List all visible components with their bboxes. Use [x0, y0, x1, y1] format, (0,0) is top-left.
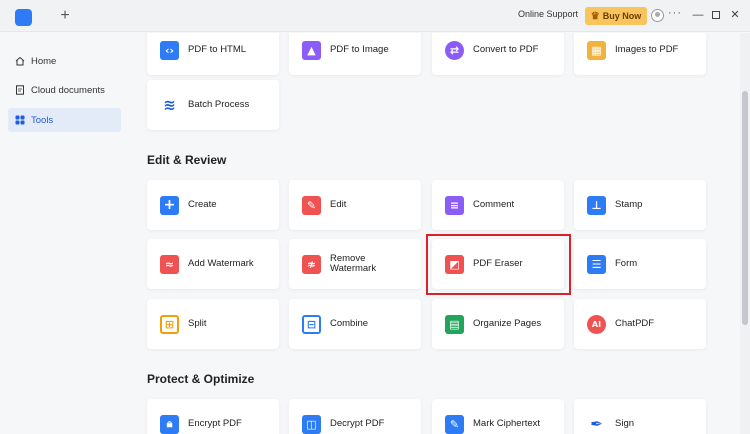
eraser-icon: ◩: [445, 254, 464, 274]
tool-card-add-watermark[interactable]: ≈ Add Watermark: [147, 239, 279, 289]
unlock-icon: ◫: [302, 414, 321, 434]
sidebar: Home Cloud documents Tools: [0, 33, 127, 434]
tool-label: Edit: [330, 199, 347, 210]
title-bar: + Online Support ♛ Buy Now ··· — ✕: [0, 0, 750, 32]
maximize-button[interactable]: [709, 8, 723, 22]
tool-label: Encrypt PDF: [188, 418, 242, 429]
comment-icon: ≡: [445, 195, 464, 215]
tool-label: Form: [615, 258, 638, 269]
maximize-icon: [712, 11, 720, 19]
tool-card-sign[interactable]: ✒ Sign: [574, 399, 706, 434]
sidebar-item-home[interactable]: Home: [8, 49, 121, 73]
pen-icon: ✒: [587, 414, 606, 434]
tool-label: Sign: [615, 418, 635, 429]
tool-card-organize-pages[interactable]: ▤ Organize Pages: [432, 299, 564, 349]
tool-label: Add Watermark: [188, 258, 254, 269]
tool-label-line2: Watermark: [330, 263, 377, 274]
tool-label: Organize Pages: [473, 318, 542, 329]
tool-label: Stamp: [615, 199, 643, 210]
tool-card-images-to-pdf[interactable]: ▦ Images to PDF: [574, 33, 706, 75]
tool-label: Comment: [473, 199, 515, 210]
layers-icon: ≋: [160, 95, 179, 115]
tool-card-pdf-to-html[interactable]: ‹› PDF to HTML: [147, 33, 279, 75]
scrollbar-thumb[interactable]: [742, 91, 748, 325]
close-button[interactable]: ✕: [728, 8, 742, 22]
sidebar-item-label: Tools: [31, 114, 54, 126]
combine-icon: ⊟: [302, 314, 321, 334]
tool-card-comment[interactable]: ≡ Comment: [432, 180, 564, 230]
tools-icon: [15, 115, 25, 125]
tool-label: Images to PDF: [615, 44, 679, 55]
cipher-icon: ✎: [445, 414, 464, 434]
sidebar-item-label: Cloud documents: [31, 84, 105, 96]
app-logo-icon: [15, 9, 32, 26]
tool-card-combine[interactable]: ⊟ Combine: [289, 299, 421, 349]
tool-label: Remove Watermark: [330, 254, 376, 274]
tool-label: PDF to HTML: [188, 44, 247, 55]
lock-icon: 🔒︎: [160, 414, 179, 434]
tool-label: Decrypt PDF: [330, 418, 385, 429]
tool-card-edit[interactable]: ✎ Edit: [289, 180, 421, 230]
buy-now-button[interactable]: ♛ Buy Now: [585, 7, 647, 25]
form-icon: ☰: [587, 254, 606, 274]
organize-icon: ▤: [445, 314, 464, 334]
tool-label: Split: [188, 318, 207, 329]
sidebar-item-label: Home: [31, 55, 57, 67]
tool-card-split[interactable]: ⊞ Split: [147, 299, 279, 349]
image-icon: ▲: [302, 40, 321, 60]
code-icon: ‹›: [160, 40, 179, 60]
tool-card-pdf-to-image[interactable]: ▲ PDF to Image: [289, 33, 421, 75]
convert-icon: ⇄: [445, 40, 464, 60]
tool-card-form[interactable]: ☰ Form: [574, 239, 706, 289]
tool-card-mark-ciphertext[interactable]: ✎ Mark Ciphertext: [432, 399, 564, 434]
plus-icon: +: [160, 195, 179, 215]
tool-card-create[interactable]: + Create: [147, 180, 279, 230]
tool-label: Create: [188, 199, 217, 210]
tool-label: PDF to Image: [330, 44, 389, 55]
tool-label: Combine: [330, 318, 369, 329]
avatar[interactable]: [651, 9, 664, 22]
buy-now-label: Buy Now: [602, 11, 642, 21]
edit-icon: ✎: [302, 195, 321, 215]
remove-watermark-icon: ≉: [302, 254, 321, 274]
tool-label: PDF Eraser: [473, 258, 523, 269]
tool-card-convert-to-pdf[interactable]: ⇄ Convert to PDF: [432, 33, 564, 75]
cloud-documents-icon: [16, 85, 24, 95]
sidebar-item-cloud-documents[interactable]: Cloud documents: [8, 78, 121, 102]
tool-card-decrypt-pdf[interactable]: ◫ Decrypt PDF: [289, 399, 421, 434]
tool-label: Mark Ciphertext: [473, 418, 541, 429]
scrollbar[interactable]: [740, 33, 750, 434]
split-icon: ⊞: [160, 314, 179, 334]
tools-panel: ‹› PDF to HTML ▲ PDF to Image ⇄ Convert …: [127, 33, 740, 434]
tool-label: Convert to PDF: [473, 44, 539, 55]
watermark-icon: ≈: [160, 254, 179, 274]
new-tab-button[interactable]: +: [57, 6, 73, 26]
more-icon[interactable]: ···: [668, 7, 682, 19]
minimize-button[interactable]: —: [691, 8, 705, 22]
tool-card-remove-watermark[interactable]: ≉ Remove Watermark: [289, 239, 421, 289]
tool-card-batch-process[interactable]: ≋ Batch Process: [147, 80, 279, 130]
tool-card-chatpdf[interactable]: AI ChatPDF: [574, 299, 706, 349]
section-title-edit-review: Edit & Review: [147, 153, 227, 167]
images-icon: ▦: [587, 40, 606, 60]
crown-icon: ♛: [590, 10, 600, 22]
tool-card-stamp[interactable]: ⊥ Stamp: [574, 180, 706, 230]
ai-icon: AI: [587, 314, 606, 334]
stamp-icon: ⊥: [587, 195, 606, 215]
tool-card-encrypt-pdf[interactable]: 🔒︎ Encrypt PDF: [147, 399, 279, 434]
tool-label: ChatPDF: [615, 318, 655, 329]
section-title-protect-optimize: Protect & Optimize: [147, 372, 255, 386]
tool-card-pdf-eraser[interactable]: ◩ PDF Eraser: [432, 239, 564, 289]
online-support-link[interactable]: Online Support: [518, 9, 580, 19]
tool-label: Batch Process: [188, 99, 250, 110]
home-icon: [15, 56, 25, 66]
sidebar-item-tools[interactable]: Tools: [8, 108, 121, 132]
